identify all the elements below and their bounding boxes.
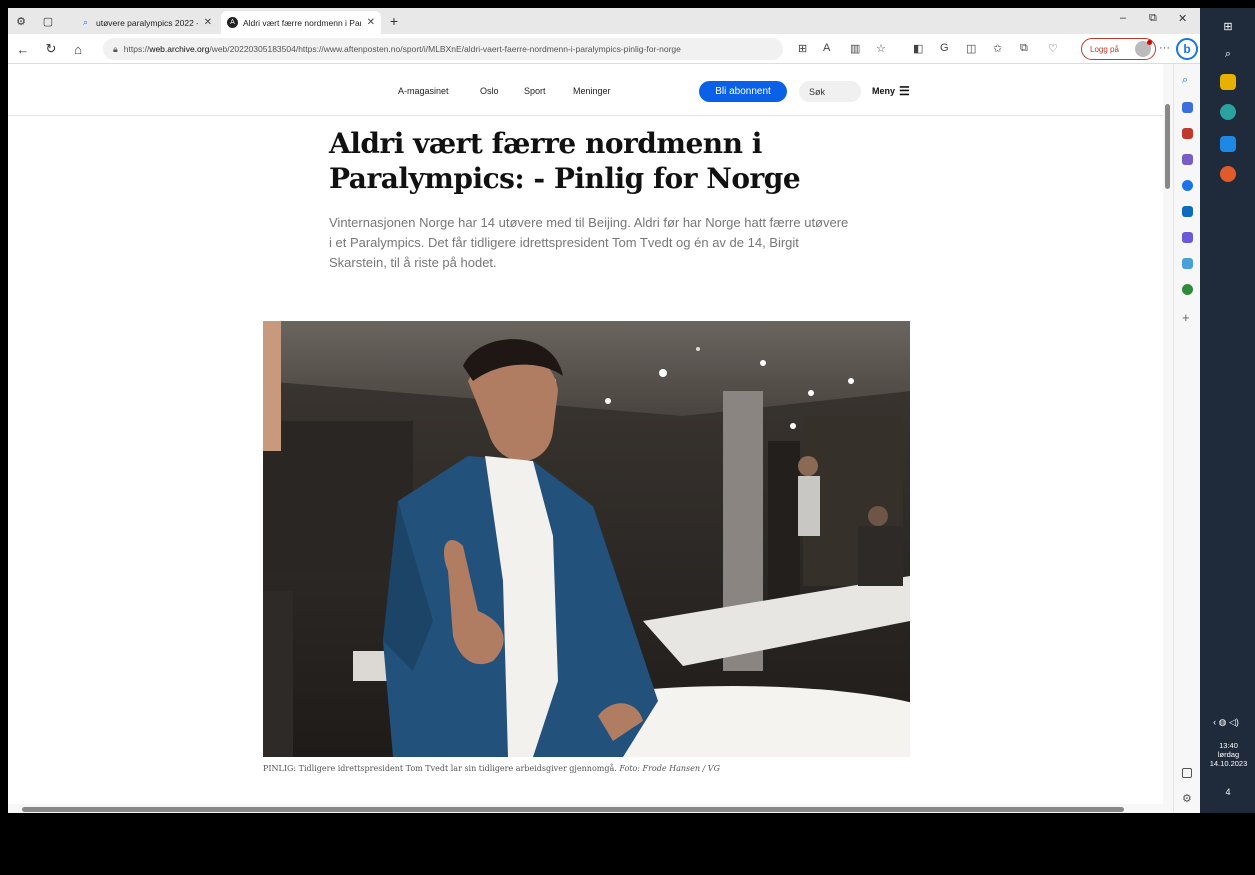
menu-button[interactable]: Meny ☰ xyxy=(872,84,910,98)
close-window-button[interactable]: ✕ xyxy=(1178,12,1187,25)
home-icon[interactable]: ⌂ xyxy=(69,40,87,58)
page-viewport: A-magasinet Oslo Sport Meninger Bli abon… xyxy=(8,64,1163,804)
photo-illustration xyxy=(263,321,910,757)
article-lead: Vinternasjonen Norge har 14 utøvere med … xyxy=(329,215,849,270)
firefox-icon[interactable] xyxy=(1220,166,1236,182)
minimize-button[interactable]: – xyxy=(1120,12,1126,24)
nav-link-oslo[interactable]: Oslo xyxy=(480,86,499,96)
site-header: A-magasinet Oslo Sport Meninger Bli abon… xyxy=(8,64,1163,116)
edge-browser-icon[interactable] xyxy=(1220,104,1236,120)
search-icon: ⌕ xyxy=(82,17,89,27)
clock-time: 13:40 xyxy=(1219,741,1238,750)
lock-icon: 🔒︎ xyxy=(113,43,118,54)
browser-essentials-icon[interactable]: ♡ xyxy=(1048,42,1058,55)
favorite-star-icon[interactable]: ☆ xyxy=(876,42,886,55)
designer-icon[interactable] xyxy=(1182,232,1193,243)
clock-day: lørdag xyxy=(1217,750,1240,759)
login-button[interactable]: Logg på xyxy=(1081,38,1156,60)
sidebar-toggle-icon[interactable] xyxy=(1182,768,1192,778)
nav-link-a-magasinet[interactable]: A-magasinet xyxy=(398,86,449,96)
close-tab-icon[interactable]: ✕ xyxy=(204,17,212,28)
tab-actions-icon[interactable]: ▢ xyxy=(40,13,56,29)
clock-date: 14.10.2023 xyxy=(1209,759,1248,768)
restore-button[interactable]: ⧉ xyxy=(1149,12,1157,25)
tab-bar: ⚙ ▢ ⌕ utøvere paralympics 2022 - Søk ✕ A… xyxy=(8,8,1200,34)
file-explorer-icon[interactable] xyxy=(1220,74,1236,90)
read-aloud-icon[interactable]: A xyxy=(823,42,830,54)
system-tray-icons[interactable]: ‹ ◍ ◁) xyxy=(1206,714,1246,730)
windows-taskbar: ⊞ ⌕ ‹ ◍ ◁) 13:40 lørdag 14.10.2023 4 xyxy=(1200,8,1255,813)
back-arrow-icon[interactable]: ← xyxy=(14,40,32,58)
apps-icon[interactable]: ⊞ xyxy=(798,42,807,55)
tab-article[interactable]: A Aldri vært færre nordmenn i Para ✕ xyxy=(221,11,381,34)
clock[interactable]: 13:40 lørdag 14.10.2023 xyxy=(1202,741,1255,768)
notification-center-icon[interactable]: 4 xyxy=(1220,784,1236,800)
games-icon[interactable] xyxy=(1182,154,1193,165)
caption-text: PINLIG: Tidligere idrettspresident Tom T… xyxy=(263,764,617,773)
tab-title: utøvere paralympics 2022 - Søk xyxy=(96,17,198,28)
browser-window: ⚙ ▢ ⌕ utøvere paralympics 2022 - Søk ✕ A… xyxy=(8,8,1200,813)
tab-search[interactable]: ⌕ utøvere paralympics 2022 - Søk ✕ xyxy=(74,11,218,34)
search-icon[interactable]: ⌕ xyxy=(1220,46,1236,62)
search-icon[interactable]: ⌕ xyxy=(1182,74,1188,87)
refresh-icon[interactable]: ↻ xyxy=(42,40,60,58)
favorites-icon[interactable]: ✩ xyxy=(993,42,1002,55)
settings-gear-icon[interactable]: ⚙ xyxy=(1182,792,1192,805)
notification-count: 4 xyxy=(1225,787,1231,797)
tree-icon[interactable] xyxy=(1182,284,1193,295)
start-icon[interactable]: ⊞ xyxy=(1220,18,1236,34)
more-menu-button[interactable]: ··· xyxy=(1159,42,1170,54)
outlook-icon[interactable] xyxy=(1182,206,1193,217)
subscribe-button[interactable]: Bli abonnent xyxy=(699,81,787,102)
url-host: web.archive.org xyxy=(149,44,210,54)
add-icon[interactable]: + xyxy=(1182,310,1190,325)
immersive-reader-icon[interactable]: ▥ xyxy=(850,42,860,55)
new-tab-button[interactable]: + xyxy=(386,13,402,29)
extension-icon[interactable]: ◧ xyxy=(913,42,923,55)
login-label: Logg på xyxy=(1090,44,1119,54)
close-tab-icon[interactable]: ✕ xyxy=(367,17,375,28)
tab-title: Aldri vært færre nordmenn i Para xyxy=(243,17,361,28)
aftenposten-favicon-icon: A xyxy=(227,17,238,28)
screen: ⚙ ▢ ⌕ utøvere paralympics 2022 - Søk ✕ A… xyxy=(0,0,1255,875)
collections-icon[interactable]: ⧉ xyxy=(1020,42,1028,55)
nav-link-meninger[interactable]: Meninger xyxy=(573,86,611,96)
microsoft-365-icon[interactable] xyxy=(1182,180,1193,191)
address-toolbar: ← ↻ ⌂ 🔒︎ https://web.archive.org/web/202… xyxy=(8,34,1200,64)
shopping-icon[interactable] xyxy=(1182,102,1193,113)
url-prefix: https:// xyxy=(123,44,150,54)
notification-dot xyxy=(1147,40,1152,45)
tools-icon[interactable] xyxy=(1182,128,1193,139)
bing-copilot-icon[interactable]: b xyxy=(1176,38,1198,60)
vertical-scroll-thumb[interactable] xyxy=(1165,104,1170,189)
drop-icon[interactable] xyxy=(1182,258,1193,269)
horizontal-scroll-thumb[interactable] xyxy=(22,807,1124,812)
mail-icon[interactable] xyxy=(1220,136,1236,152)
nav-link-sport[interactable]: Sport xyxy=(524,86,546,96)
workspaces-icon[interactable]: ⚙ xyxy=(13,13,29,29)
url-field[interactable]: 🔒︎ https://web.archive.org/web/202203051… xyxy=(103,38,783,60)
article-headline: Aldri vært færre nordmenn i Paralympics:… xyxy=(329,127,801,195)
site-search-input[interactable]: Søk xyxy=(799,81,861,102)
menu-label: Meny xyxy=(872,86,896,96)
photo-credit: Foto: Frode Hansen / VG xyxy=(619,764,720,773)
url-path: /web/20220305183504/https://www.aftenpos… xyxy=(209,44,681,54)
photo-caption: PINLIG: Tidligere idrettspresident Tom T… xyxy=(263,764,913,773)
hamburger-icon: ☰ xyxy=(899,84,910,98)
edge-sidebar: ⌕ + ⚙ xyxy=(1173,64,1200,813)
article-photo xyxy=(263,321,910,757)
refresh-extension-icon[interactable]: G xyxy=(940,42,949,54)
split-screen-icon[interactable]: ◫ xyxy=(966,42,976,55)
